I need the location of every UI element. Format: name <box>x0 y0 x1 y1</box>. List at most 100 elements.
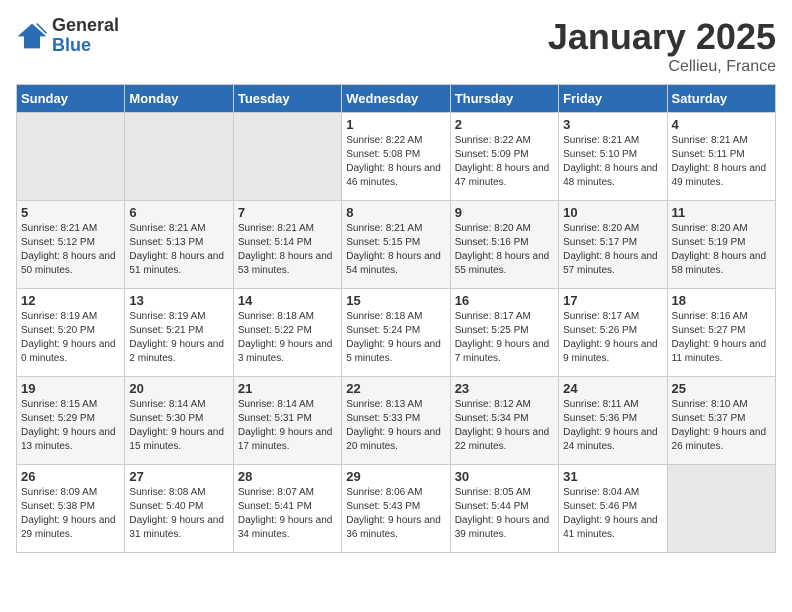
day-info: Sunrise: 8:12 AMSunset: 5:34 PMDaylight:… <box>455 398 554 454</box>
day-info: Sunrise: 8:19 AMSunset: 5:20 PMDaylight:… <box>21 310 120 366</box>
calendar-week-row: 12 Sunrise: 8:19 AMSunset: 5:20 PMDayligh… <box>17 289 776 377</box>
calendar-day-cell: 30 Sunrise: 8:05 AMSunset: 5:44 PMDayligh… <box>450 465 558 553</box>
day-header: Tuesday <box>233 85 341 113</box>
calendar-day-cell: 15 Sunrise: 8:18 AMSunset: 5:24 PMDayligh… <box>342 289 450 377</box>
day-info: Sunrise: 8:18 AMSunset: 5:22 PMDaylight:… <box>238 310 337 366</box>
month-title: January 2025 <box>548 16 776 58</box>
calendar-day-cell: 12 Sunrise: 8:19 AMSunset: 5:20 PMDayligh… <box>17 289 125 377</box>
day-number: 25 <box>672 381 771 396</box>
calendar-day-cell: 28Sunrise: 8:07 AMSunset: 5:41 PMDayligh… <box>233 465 341 553</box>
calendar-day-cell: 11 Sunrise: 8:20 AMSunset: 5:19 PMDayligh… <box>667 201 775 289</box>
day-header: Saturday <box>667 85 775 113</box>
calendar-day-cell: 7Sunrise: 8:21 AMSunset: 5:14 PMDaylight… <box>233 201 341 289</box>
day-number: 15 <box>346 293 445 308</box>
calendar-day-cell: 14Sunrise: 8:18 AMSunset: 5:22 PMDayligh… <box>233 289 341 377</box>
day-info: Sunrise: 8:19 AMSunset: 5:21 PMDaylight:… <box>129 310 228 366</box>
day-number: 9 <box>455 205 554 220</box>
day-info: Sunrise: 8:09 AMSunset: 5:38 PMDaylight:… <box>21 486 120 542</box>
calendar-day-cell: 6Sunrise: 8:21 AMSunset: 5:13 PMDaylight… <box>125 201 233 289</box>
day-header: Thursday <box>450 85 558 113</box>
page-header: General Blue January 2025 Cellieu, Franc… <box>16 16 776 76</box>
day-info: Sunrise: 8:10 AMSunset: 5:37 PMDaylight:… <box>672 398 771 454</box>
calendar-day-cell: 10 Sunrise: 8:20 AMSunset: 5:17 PMDayligh… <box>559 201 667 289</box>
day-number: 22 <box>346 381 445 396</box>
day-number: 6 <box>129 205 228 220</box>
day-info: Sunrise: 8:22 AMSunset: 5:08 PMDaylight:… <box>346 134 445 190</box>
logo-icon <box>16 22 48 50</box>
day-info: Sunrise: 8:18 AMSunset: 5:24 PMDaylight:… <box>346 310 445 366</box>
day-number: 7 <box>238 205 337 220</box>
day-number: 17 <box>563 293 662 308</box>
day-number: 13 <box>129 293 228 308</box>
day-number: 28 <box>238 469 337 484</box>
day-info: Sunrise: 8:21 AMSunset: 5:11 PMDaylight:… <box>672 134 771 190</box>
calendar-day-cell: 2Sunrise: 8:22 AMSunset: 5:09 PMDaylight… <box>450 113 558 201</box>
calendar-day-cell <box>667 465 775 553</box>
day-info: Sunrise: 8:04 AMSunset: 5:46 PMDaylight:… <box>563 486 662 542</box>
day-header: Sunday <box>17 85 125 113</box>
day-info: Sunrise: 8:15 AMSunset: 5:29 PMDaylight:… <box>21 398 120 454</box>
day-number: 27 <box>129 469 228 484</box>
day-number: 29 <box>346 469 445 484</box>
calendar-day-cell: 20 Sunrise: 8:14 AMSunset: 5:30 PMDayligh… <box>125 377 233 465</box>
day-number: 3 <box>563 117 662 132</box>
day-number: 10 <box>563 205 662 220</box>
calendar-day-cell: 24Sunrise: 8:11 AMSunset: 5:36 PMDayligh… <box>559 377 667 465</box>
day-number: 12 <box>21 293 120 308</box>
day-number: 8 <box>346 205 445 220</box>
calendar-day-cell: 21Sunrise: 8:14 AMSunset: 5:31 PMDayligh… <box>233 377 341 465</box>
day-info: Sunrise: 8:20 AMSunset: 5:19 PMDaylight:… <box>672 222 771 278</box>
day-number: 11 <box>672 205 771 220</box>
title-section: January 2025 Cellieu, France <box>548 16 776 76</box>
day-number: 31 <box>563 469 662 484</box>
logo-blue: Blue <box>52 36 119 56</box>
day-info: Sunrise: 8:21 AMSunset: 5:10 PMDaylight:… <box>563 134 662 190</box>
day-info: Sunrise: 8:21 AMSunset: 5:12 PMDaylight:… <box>21 222 120 278</box>
calendar-day-cell: 9 Sunrise: 8:20 AMSunset: 5:16 PMDaylight… <box>450 201 558 289</box>
day-info: Sunrise: 8:21 AMSunset: 5:15 PMDaylight:… <box>346 222 445 278</box>
calendar-day-cell: 5 Sunrise: 8:21 AMSunset: 5:12 PMDaylight… <box>17 201 125 289</box>
day-info: Sunrise: 8:20 AMSunset: 5:17 PMDaylight:… <box>563 222 662 278</box>
calendar-header-row: SundayMondayTuesdayWednesdayThursdayFrid… <box>17 85 776 113</box>
day-info: Sunrise: 8:05 AMSunset: 5:44 PMDaylight:… <box>455 486 554 542</box>
day-number: 5 <box>21 205 120 220</box>
calendar-day-cell: 26 Sunrise: 8:09 AMSunset: 5:38 PMDayligh… <box>17 465 125 553</box>
calendar-day-cell <box>233 113 341 201</box>
day-header: Friday <box>559 85 667 113</box>
calendar-week-row: 5 Sunrise: 8:21 AMSunset: 5:12 PMDaylight… <box>17 201 776 289</box>
day-number: 4 <box>672 117 771 132</box>
calendar-day-cell: 8 Sunrise: 8:21 AMSunset: 5:15 PMDaylight… <box>342 201 450 289</box>
day-number: 2 <box>455 117 554 132</box>
day-header: Wednesday <box>342 85 450 113</box>
logo-general: General <box>52 16 119 36</box>
calendar-week-row: 1 Sunrise: 8:22 AMSunset: 5:08 PMDaylight… <box>17 113 776 201</box>
calendar-day-cell: 4 Sunrise: 8:21 AMSunset: 5:11 PMDaylight… <box>667 113 775 201</box>
location: Cellieu, France <box>548 58 776 76</box>
day-number: 30 <box>455 469 554 484</box>
calendar-day-cell: 13 Sunrise: 8:19 AMSunset: 5:21 PMDayligh… <box>125 289 233 377</box>
calendar-day-cell: 17Sunrise: 8:17 AMSunset: 5:26 PMDayligh… <box>559 289 667 377</box>
day-number: 26 <box>21 469 120 484</box>
calendar-day-cell: 27Sunrise: 8:08 AMSunset: 5:40 PMDayligh… <box>125 465 233 553</box>
calendar-day-cell: 16 Sunrise: 8:17 AMSunset: 5:25 PMDayligh… <box>450 289 558 377</box>
day-number: 16 <box>455 293 554 308</box>
day-number: 1 <box>346 117 445 132</box>
calendar-table: SundayMondayTuesdayWednesdayThursdayFrid… <box>16 84 776 553</box>
day-info: Sunrise: 8:20 AMSunset: 5:16 PMDaylight:… <box>455 222 554 278</box>
calendar-week-row: 19Sunrise: 8:15 AMSunset: 5:29 PMDayligh… <box>17 377 776 465</box>
day-info: Sunrise: 8:06 AMSunset: 5:43 PMDaylight:… <box>346 486 445 542</box>
day-number: 23 <box>455 381 554 396</box>
day-number: 20 <box>129 381 228 396</box>
calendar-day-cell: 25 Sunrise: 8:10 AMSunset: 5:37 PMDayligh… <box>667 377 775 465</box>
calendar-day-cell: 1 Sunrise: 8:22 AMSunset: 5:08 PMDaylight… <box>342 113 450 201</box>
calendar-day-cell: 31 Sunrise: 8:04 AMSunset: 5:46 PMDayligh… <box>559 465 667 553</box>
day-info: Sunrise: 8:14 AMSunset: 5:31 PMDaylight:… <box>238 398 337 454</box>
logo: General Blue <box>16 16 119 56</box>
logo-text: General Blue <box>52 16 119 56</box>
day-header: Monday <box>125 85 233 113</box>
day-info: Sunrise: 8:17 AMSunset: 5:25 PMDaylight:… <box>455 310 554 366</box>
day-number: 24 <box>563 381 662 396</box>
calendar-day-cell: 22Sunrise: 8:13 AMSunset: 5:33 PMDayligh… <box>342 377 450 465</box>
day-info: Sunrise: 8:14 AMSunset: 5:30 PMDaylight:… <box>129 398 228 454</box>
calendar-day-cell: 18Sunrise: 8:16 AMSunset: 5:27 PMDayligh… <box>667 289 775 377</box>
